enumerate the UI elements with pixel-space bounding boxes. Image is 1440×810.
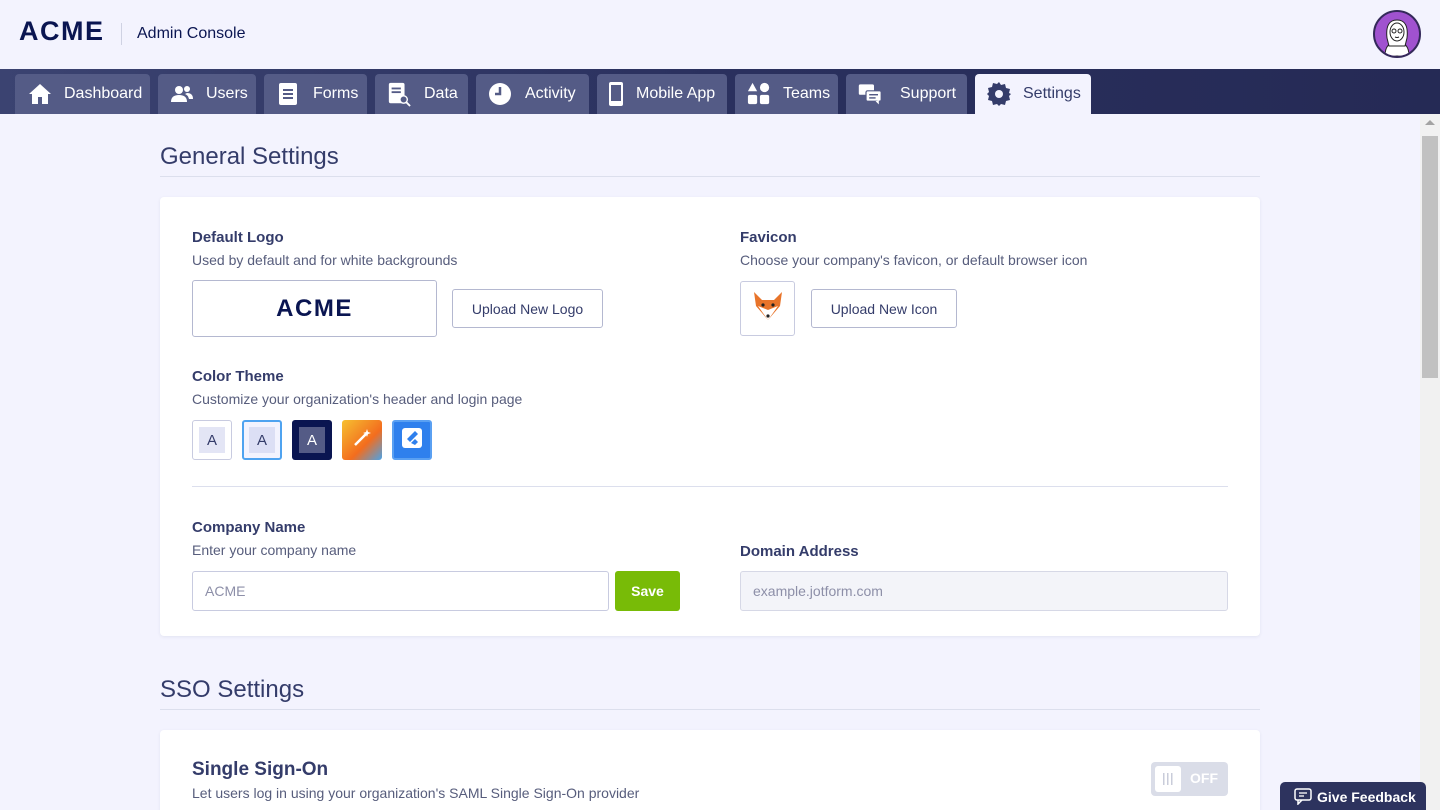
console-title: Admin Console <box>137 25 246 42</box>
scroll-up-arrow-icon[interactable] <box>1425 120 1435 125</box>
top-header: ACME Admin Console <box>0 0 1440 69</box>
theme-swatch-lavender[interactable]: A <box>242 420 282 460</box>
home-icon <box>28 82 52 106</box>
data-icon <box>387 82 411 107</box>
color-theme-label: Color Theme <box>192 368 284 385</box>
main-nav: Dashboard Users Forms Data Activity Mobi… <box>0 69 1440 114</box>
logo-preview: ACME <box>192 280 437 337</box>
header-divider <box>121 23 122 45</box>
tab-users[interactable]: Users <box>158 74 256 114</box>
single-sign-on-description: Let users log in using your organization… <box>192 785 640 801</box>
tab-label: Dashboard <box>64 85 143 102</box>
sso-settings-title: SSO Settings <box>160 676 305 703</box>
section-divider <box>160 176 1260 177</box>
tab-support[interactable]: Support <box>846 74 967 114</box>
theme-swatch-light[interactable]: A <box>192 420 232 460</box>
tab-activity[interactable]: Activity <box>476 74 589 114</box>
favicon-label: Favicon <box>740 229 797 246</box>
gear-icon <box>987 82 1011 106</box>
feedback-icon <box>1294 788 1312 808</box>
swatch-letter: A <box>199 427 225 453</box>
feedback-label: Give Feedback <box>1317 789 1416 805</box>
save-button[interactable]: Save <box>615 571 680 611</box>
tab-label: Forms <box>313 85 359 102</box>
tab-label: Users <box>206 85 248 102</box>
company-name-description: Enter your company name <box>192 542 357 558</box>
favicon-description: Choose your company's favicon, or defaul… <box>740 252 1088 268</box>
theme-swatch-custom[interactable] <box>342 420 382 460</box>
domain-address-label: Domain Address <box>740 543 859 560</box>
tab-forms[interactable]: Forms <box>264 74 367 114</box>
upload-icon-button[interactable]: Upload New Icon <box>811 289 957 328</box>
upload-logo-button[interactable]: Upload New Logo <box>452 289 603 328</box>
company-name-input[interactable]: ACME <box>192 571 609 611</box>
tab-data[interactable]: Data <box>375 74 468 114</box>
tab-label: Activity <box>525 85 576 102</box>
color-theme-description: Customize your organization's header and… <box>192 391 523 407</box>
page-scrollbar[interactable] <box>1420 114 1440 810</box>
jotform-icon <box>400 426 424 454</box>
default-logo-label: Default Logo <box>192 229 284 246</box>
default-logo-description: Used by default and for white background… <box>192 252 458 268</box>
magic-wand-icon <box>351 427 373 453</box>
single-sign-on-label: Single Sign-On <box>192 759 329 780</box>
tab-label: Data <box>424 85 458 102</box>
forms-icon <box>276 82 300 106</box>
toggle-knob-icon <box>1155 766 1181 792</box>
tab-mobile-app[interactable]: Mobile App <box>597 74 727 114</box>
sso-toggle[interactable]: OFF <box>1151 762 1228 796</box>
toggle-state-label: OFF <box>1190 770 1218 786</box>
fox-icon <box>750 288 786 329</box>
tab-label: Settings <box>1023 85 1081 102</box>
theme-swatch-navy[interactable]: A <box>292 420 332 460</box>
users-icon <box>170 82 194 106</box>
tab-teams[interactable]: Teams <box>735 74 838 114</box>
give-feedback-button[interactable]: Give Feedback <box>1280 782 1426 810</box>
favicon-preview <box>740 281 795 336</box>
logo-preview-text: ACME <box>276 294 353 322</box>
swatch-letter: A <box>249 427 275 453</box>
tab-label: Teams <box>783 85 831 102</box>
tab-settings[interactable]: Settings <box>975 74 1091 114</box>
scroll-thumb[interactable] <box>1422 136 1438 378</box>
card-divider <box>192 486 1228 487</box>
mobile-icon <box>604 82 628 106</box>
section-divider <box>160 709 1260 710</box>
teams-icon <box>747 82 771 106</box>
company-name-label: Company Name <box>192 519 306 536</box>
theme-swatch-jotform[interactable] <box>392 420 432 460</box>
general-settings-title: General Settings <box>160 143 339 170</box>
acme-logo[interactable]: ACME <box>19 16 105 47</box>
tab-dashboard[interactable]: Dashboard <box>15 74 150 114</box>
chat-icon <box>858 82 882 106</box>
tab-label: Support <box>900 85 957 102</box>
tab-label: Mobile App <box>636 85 716 102</box>
swatch-letter: A <box>299 427 325 453</box>
domain-address-input[interactable]: example.jotform.com <box>740 571 1228 611</box>
user-avatar-icon[interactable] <box>1373 10 1421 58</box>
clock-icon <box>488 82 512 106</box>
